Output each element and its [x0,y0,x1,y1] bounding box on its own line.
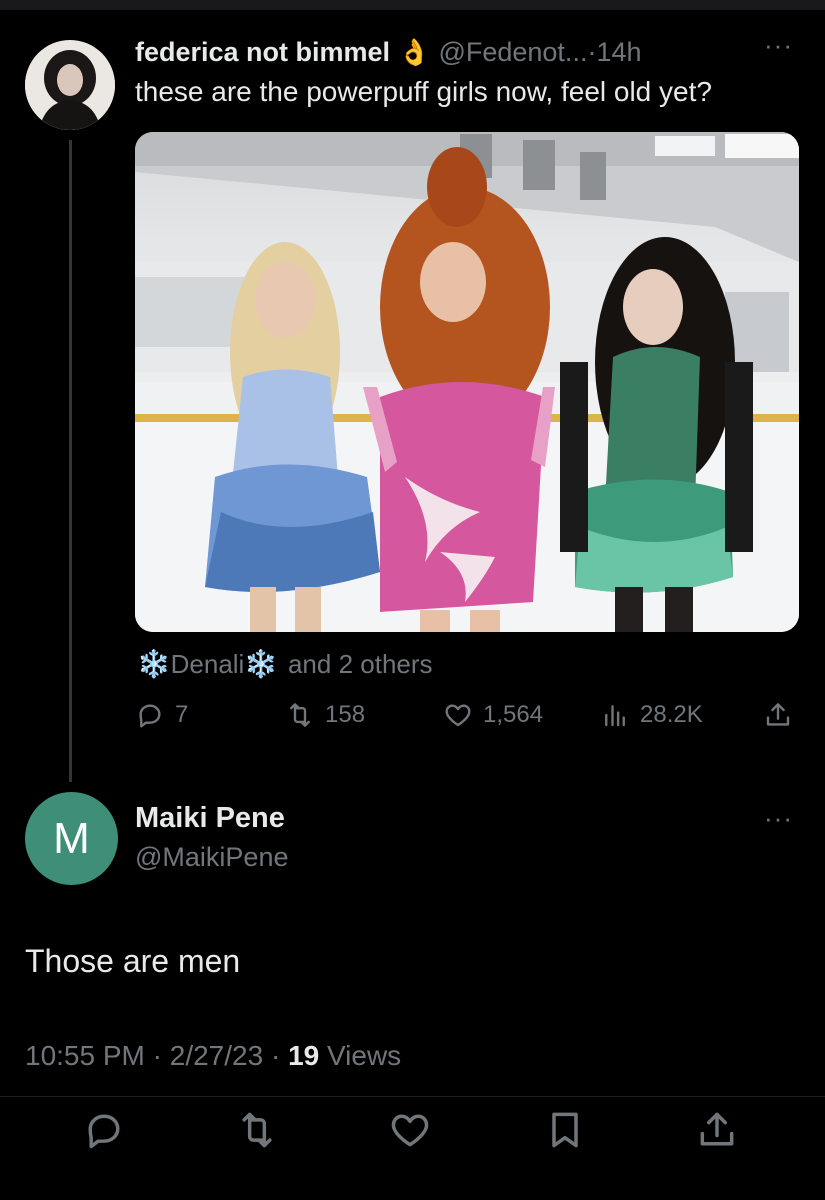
thread-line [69,140,72,782]
reply-author-avatar[interactable]: M [25,792,118,885]
analytics-icon [605,705,625,727]
like-button[interactable]: 1,564 [443,700,543,730]
retweet-button[interactable]: 158 [285,700,365,730]
tweet-actions: 7 158 1,564 28.2K [135,700,799,740]
tweet-header: federica not bimmel 👌 @Fedenot... · 14h [135,32,642,72]
tagged-others[interactable]: and 2 others [288,649,433,680]
snowflake-icon: ❄️ [244,649,278,679]
reply-text: Those are men [25,943,241,979]
bookmark-button[interactable] [543,1108,589,1154]
reply-views-count[interactable]: 19 [288,1040,319,1071]
reply-date[interactable]: 2/27/23 [170,1040,263,1071]
views-count: 28.2K [640,701,703,728]
share-icon [766,703,790,726]
heart-icon [391,1114,429,1147]
separator-dot: · [270,1040,281,1071]
divider [0,1096,825,1097]
retweet-count: 158 [325,701,366,728]
share-icon [700,1112,734,1146]
retweet-icon [290,703,310,727]
share-button[interactable] [763,700,793,730]
top-bar [0,0,825,10]
reply-views-label[interactable]: Views [327,1040,401,1071]
reply-reply-button[interactable] [82,1108,128,1154]
like-count: 1,564 [483,701,544,728]
heart-icon [445,704,471,727]
bookmark-icon [552,1112,578,1148]
reply-retweet-button[interactable] [235,1108,281,1154]
reply-share-button[interactable] [695,1108,741,1154]
separator-dot: · [152,1040,162,1071]
reply-icon [88,1114,120,1149]
retweet-icon [242,1112,272,1148]
reply-count: 7 [175,701,189,728]
author-handle[interactable]: @Fedenot... [438,37,587,68]
snowflake-icon: ❄️ [137,649,171,679]
tweet-text: these are the powerpuff girls now, feel … [135,76,712,107]
author-name[interactable]: federica not bimmel [135,37,390,68]
views-button[interactable]: 28.2K [600,700,703,730]
reply-metadata: 10:55 PM · 2/27/23 · 19 Views [25,1040,401,1072]
separator-dot: · [587,36,597,67]
more-options-icon[interactable]: ··· [764,30,793,61]
reply-more-options-icon[interactable]: ··· [764,803,793,834]
author-avatar[interactable] [25,40,115,130]
reply-actions [0,1108,825,1154]
tweet-photo[interactable] [135,132,799,632]
tagged-user-name[interactable]: Denali [171,649,245,680]
tweet-time[interactable]: 14h [596,37,641,68]
reply-like-button[interactable] [388,1108,434,1154]
reply-time[interactable]: 10:55 PM [25,1040,145,1071]
tagged-users[interactable]: ❄️ Denali ❄️ and 2 others [137,648,433,680]
reply-button[interactable]: 7 [135,700,188,730]
reply-author-handle[interactable]: @MaikiPene [135,842,288,873]
ok-hand-emoji: 👌 [398,36,431,67]
reply-author-name[interactable]: Maiki Pene [135,802,285,835]
reply-icon [139,704,161,728]
